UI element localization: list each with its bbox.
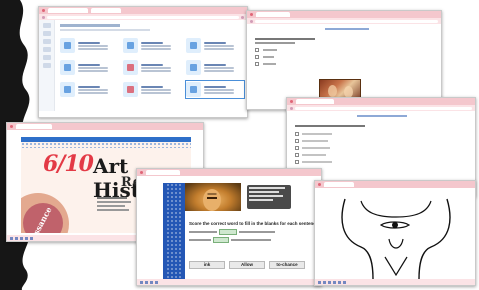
activity-card[interactable] [60,37,118,54]
sidebar [39,20,55,111]
browser-tab-bar [7,123,203,130]
browser-tab-bar [315,181,475,188]
activity-card[interactable] [60,81,118,98]
taskbar [137,279,321,285]
checklist-item[interactable] [295,160,332,164]
answer-option[interactable] [255,55,274,59]
browser-tab[interactable] [324,182,354,187]
answer-option[interactable] [255,48,277,52]
activity-card[interactable] [123,81,181,98]
activity-thumbnail-icon [60,60,75,75]
activity-grid [60,37,245,99]
section-heading [60,24,120,27]
checkbox[interactable] [295,153,299,157]
browser-tab-bar [247,11,441,18]
activity-card[interactable] [123,37,181,54]
checklist-item[interactable] [295,139,332,143]
checklist-question [295,125,365,127]
sentence-with-blanks [189,237,313,243]
drawing-window [314,180,476,286]
activity-thumbnail-icon [186,82,201,97]
activity-card[interactable] [60,59,118,76]
word-option[interactable]: ink [189,261,225,269]
browser-tab[interactable] [48,8,88,13]
sentence-with-blanks [189,229,313,235]
browser-tab-bar [287,98,475,105]
checklist-item[interactable] [295,146,332,150]
mona-lisa-image [185,183,241,211]
blank-slot[interactable] [219,229,237,235]
collage-stage: 6/10 Art History Renaiss issance [0,0,479,290]
activity-thumbnail-icon [123,60,138,75]
fill-blanks-window: Score the correct word to fill in the bl… [136,168,322,286]
info-box [247,185,291,209]
browser-tab-bar [137,169,321,176]
checklist [295,132,332,164]
activity-thumbnail-icon [60,38,75,53]
instruction-headline: Score the correct word to fill in the bl… [189,221,319,226]
browser-tab[interactable] [146,170,180,175]
checklist-header-link[interactable] [357,115,407,117]
activity-thumbnail-icon [123,82,138,97]
checklist-item[interactable] [295,153,332,157]
blue-dotted-panel [163,183,185,283]
question-text [255,38,315,40]
dot-pattern-decoration [21,142,191,148]
checkbox[interactable] [255,48,259,52]
activity-thumbnail-icon [60,82,75,97]
score-text: 6/10 [43,151,94,177]
section-subheading [60,29,150,31]
checklist-item[interactable] [295,132,332,136]
browser-tab[interactable] [91,8,121,13]
address-bar[interactable] [39,14,247,20]
slide-text-block [97,197,135,217]
checkbox[interactable] [255,62,259,66]
address-bar[interactable] [287,105,475,111]
checkbox[interactable] [295,146,299,150]
activity-card-selected[interactable] [185,80,245,99]
quiz-window [246,10,442,110]
answer-option[interactable] [255,62,276,66]
taskbar [315,279,475,285]
activity-card[interactable] [186,59,244,76]
question-subtext [255,42,295,44]
checkbox[interactable] [295,139,299,143]
word-bank: ink Allow to-chance [189,261,305,269]
browser-tab[interactable] [296,99,334,104]
word-option[interactable]: Allow [229,261,265,269]
checkbox[interactable] [255,55,259,59]
address-bar[interactable] [247,18,441,24]
activity-library-window [38,6,248,118]
face-line-drawing [341,198,451,279]
activity-card[interactable] [123,59,181,76]
activity-thumbnail-icon [186,38,201,53]
blank-slot[interactable] [213,237,229,243]
activity-card[interactable] [186,37,244,54]
browser-tab[interactable] [16,124,52,129]
activity-thumbnail-icon [186,60,201,75]
checkbox[interactable] [295,160,299,164]
quiz-header-link[interactable] [325,28,369,30]
checkbox[interactable] [295,132,299,136]
word-option[interactable]: to-chance [269,261,305,269]
activity-thumbnail-icon [123,38,138,53]
browser-tab[interactable] [256,12,290,17]
browser-tab-bar [39,7,247,14]
